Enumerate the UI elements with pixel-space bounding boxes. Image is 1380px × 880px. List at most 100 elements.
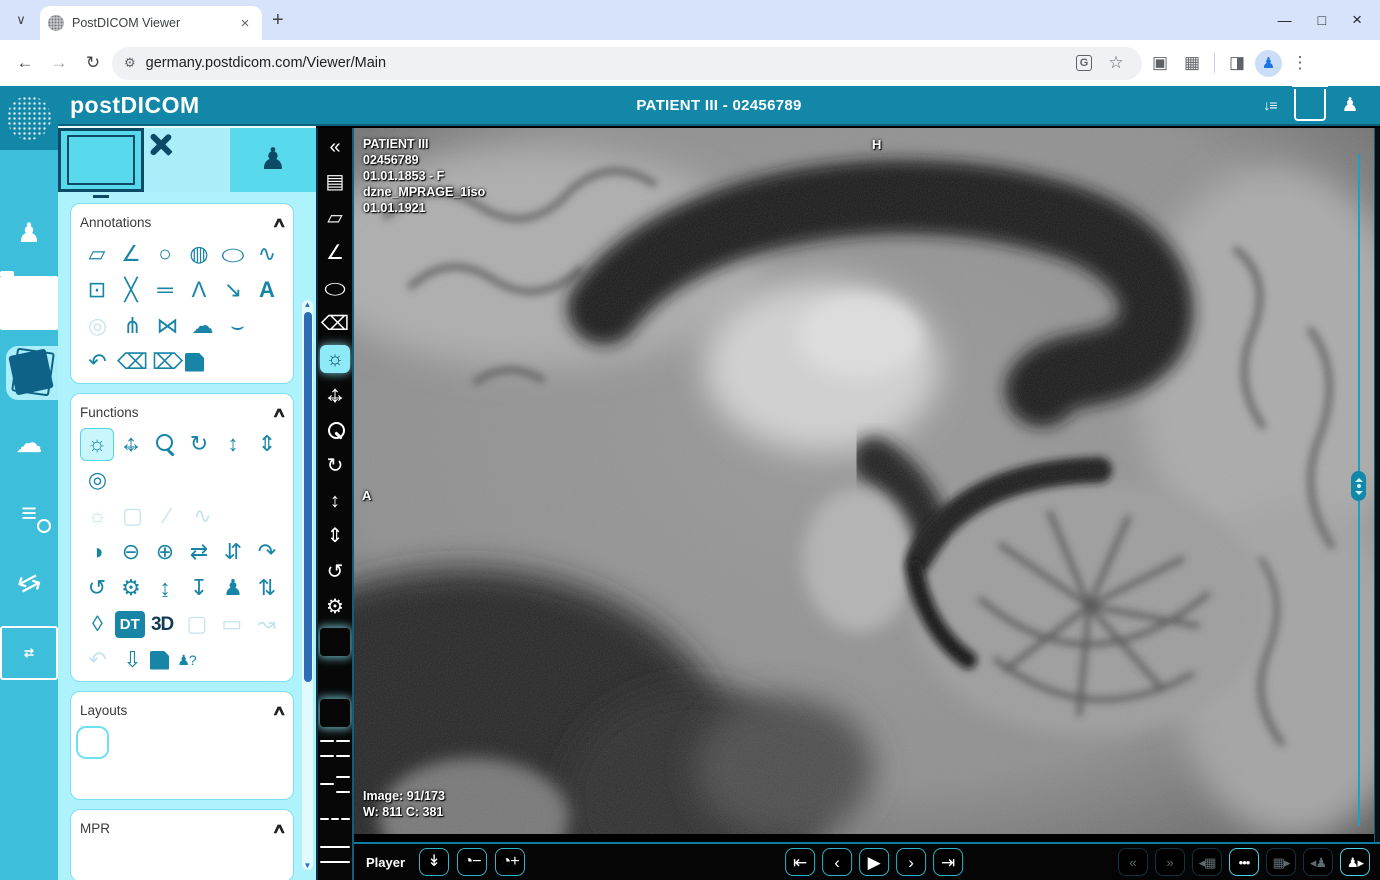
layout-3x3-icon[interactable]: [205, 730, 230, 755]
arrow-icon[interactable]: ↘: [216, 274, 250, 307]
panel-scrollbar[interactable]: ▲ ▼: [302, 300, 313, 870]
layout-single-icon[interactable]: [320, 628, 350, 656]
site-settings-icon[interactable]: ⚙: [124, 55, 136, 71]
cobb-angle-icon[interactable]: ⋈: [150, 310, 185, 343]
sort-order-icon[interactable]: ⇅: [250, 572, 284, 605]
report-view-icon[interactable]: ▤: [320, 168, 350, 196]
stack-scroll-icon[interactable]: ⇕: [250, 428, 284, 461]
pan-icon[interactable]: [114, 428, 148, 461]
layout-1left-2right-outline-icon[interactable]: [320, 770, 350, 798]
image-viewport[interactable]: PATIENT III 02456789 01.01.1853 - F dzne…: [354, 128, 1374, 842]
export-image-icon[interactable]: ⇩: [115, 644, 150, 677]
crosshair-icon[interactable]: ◎: [80, 464, 115, 497]
image-scroll-handle[interactable]: [1351, 471, 1366, 501]
layouts-header[interactable]: Layouts ∧: [80, 697, 284, 724]
speed-down-icon[interactable]: ◔−: [457, 848, 487, 876]
patient-list-icon[interactable]: ♟: [0, 206, 58, 260]
layout-2col-icon[interactable]: [105, 730, 130, 755]
query-worklist-icon[interactable]: ≡: [0, 486, 58, 540]
back-icon[interactable]: ←: [10, 48, 40, 78]
save-annotations-icon[interactable]: [185, 353, 204, 372]
mpr-layout-icon[interactable]: [80, 848, 105, 873]
layout-single-icon[interactable]: [80, 730, 105, 755]
window-level-icon[interactable]: ☼: [320, 345, 350, 373]
profile-avatar[interactable]: ♟: [1255, 50, 1282, 77]
series-list-icon[interactable]: •••: [1229, 848, 1259, 876]
rotate-icon[interactable]: ↻: [182, 428, 216, 461]
scroll-up-arrow-icon[interactable]: ▲: [302, 300, 313, 309]
patient-orientation-icon[interactable]: ♟: [216, 572, 250, 605]
filled-ellipse-icon[interactable]: ◍: [182, 238, 216, 271]
scroll-icon[interactable]: ↕: [320, 487, 350, 515]
angle-icon[interactable]: ∠: [114, 238, 148, 271]
ruler-icon[interactable]: ▱: [320, 204, 350, 232]
volume-3d-icon[interactable]: 3D: [145, 608, 180, 641]
angle-icon[interactable]: ∠: [320, 239, 350, 267]
collapse-chevron-icon[interactable]: ∧: [271, 214, 286, 231]
save-image-icon[interactable]: [150, 651, 169, 670]
rectangle-icon[interactable]: ⊡: [80, 274, 114, 307]
prev-image-icon[interactable]: ‹: [822, 848, 852, 876]
cine-export-icon[interactable]: ↡: [419, 848, 449, 876]
parallel-lines-icon[interactable]: ═: [148, 274, 182, 307]
erase-icon[interactable]: ⌫: [115, 346, 150, 379]
layout-2x2-outline-icon[interactable]: [320, 735, 350, 763]
layout-2x2-icon[interactable]: [180, 730, 205, 755]
url-text[interactable]: germany.postdicom.com/Viewer/Main: [146, 55, 1066, 71]
freehand-icon[interactable]: ∿: [250, 238, 284, 271]
maximize-button[interactable]: □: [1318, 12, 1326, 28]
layout-3col-icon[interactable]: [130, 730, 155, 755]
rotate-icon[interactable]: ↻: [320, 452, 350, 480]
magnify-icon[interactable]: [148, 428, 182, 461]
cloud-upload-icon[interactable]: ☁: [0, 416, 58, 470]
branch-angle-icon[interactable]: ⋔: [115, 310, 150, 343]
tab-close-icon[interactable]: ×: [236, 14, 254, 32]
new-tab-button[interactable]: +: [272, 9, 284, 32]
layout-2row-icon[interactable]: [155, 730, 180, 755]
browser-tab[interactable]: PostDICOM Viewer ×: [40, 6, 262, 40]
layout-2row-outline-icon[interactable]: [320, 841, 350, 869]
flip-vertical-icon[interactable]: ⇵: [216, 536, 250, 569]
reset-window-level-icon[interactable]: ⚙: [114, 572, 148, 605]
zoom-out-icon[interactable]: ⊖: [114, 536, 148, 569]
collapse-chevron-icon[interactable]: ∧: [271, 702, 286, 719]
ellipse-icon[interactable]: ◯: [216, 244, 250, 264]
eraser-icon[interactable]: ⌫: [320, 310, 350, 338]
closed-freehand-icon[interactable]: ☁: [185, 310, 220, 343]
last-image-icon[interactable]: ⇥: [933, 848, 963, 876]
browser-menu-icon[interactable]: ⋮: [1286, 49, 1314, 77]
forward-icon[interactable]: →: [44, 48, 74, 78]
polyline-icon[interactable]: Λ: [182, 274, 216, 307]
reset-default-icon[interactable]: ↺: [80, 572, 114, 605]
current-layout-icon[interactable]: [320, 699, 350, 727]
next-image-icon[interactable]: ›: [896, 848, 926, 876]
expand-vertical-icon[interactable]: ↨: [148, 572, 182, 605]
first-image-icon[interactable]: ⇤: [785, 848, 815, 876]
tab-search-chevron-icon[interactable]: ∨: [8, 7, 34, 33]
reload-icon[interactable]: ↻: [78, 48, 108, 78]
recycle-bin-icon[interactable]: [1294, 89, 1326, 121]
flip-horizontal-icon[interactable]: ⇄: [182, 536, 216, 569]
mpr-header[interactable]: MPR ∧: [80, 815, 284, 842]
cross-measure-icon[interactable]: ╳: [114, 274, 148, 307]
next-patient-icon[interactable]: ♟▸: [1340, 848, 1370, 876]
collapse-vertical-icon[interactable]: ↧: [182, 572, 216, 605]
spline-icon[interactable]: ⌣: [220, 310, 255, 343]
minimize-button[interactable]: —: [1278, 12, 1292, 28]
reset-window-level-icon[interactable]: ⚙: [320, 593, 350, 621]
folder-browser-icon[interactable]: [0, 276, 58, 330]
functions-header[interactable]: Functions ∧: [80, 399, 284, 426]
scroll-down-arrow-icon[interactable]: ▼: [302, 861, 313, 870]
remote-nodes-icon[interactable]: [0, 626, 58, 680]
screen-capture-icon[interactable]: ▣: [1146, 49, 1174, 77]
collapse-panel-icon[interactable]: «: [320, 133, 350, 161]
bookmark-star-icon[interactable]: ☆: [1102, 49, 1130, 77]
mri-sagittal-image[interactable]: [354, 128, 1374, 834]
undo-icon[interactable]: ↶: [80, 346, 115, 379]
text-annotation-icon[interactable]: A: [250, 274, 284, 307]
anonymize-patient-icon[interactable]: ♟?: [169, 644, 204, 677]
layout-1left-2right-icon[interactable]: [105, 766, 130, 791]
window-level-icon[interactable]: ☼: [80, 428, 114, 461]
translate-icon[interactable]: G: [1076, 55, 1092, 71]
tab-patient-info[interactable]: ♟: [230, 128, 316, 192]
